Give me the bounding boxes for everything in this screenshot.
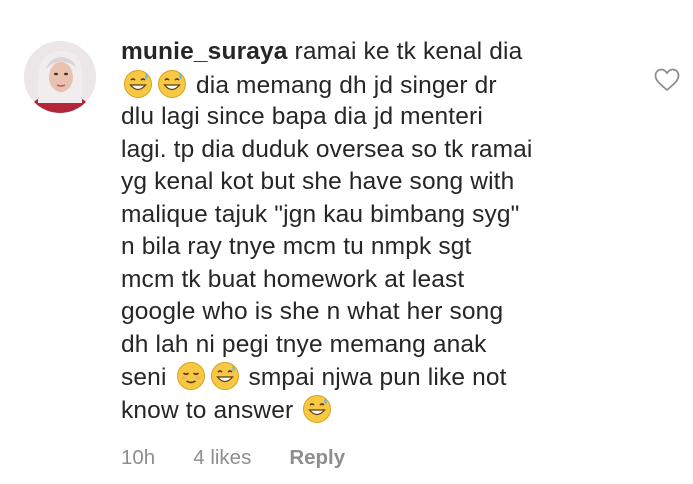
username-link[interactable]: munie_suraya [121,38,288,65]
likes-count[interactable]: 4 likes [193,446,251,470]
comment-line-6: malique tajuk "jgn kau bimbang syg" [121,199,621,232]
comment-text-segment: dia memang dh jd singer dr [189,71,497,99]
comment-text-segment: yg kenal kot but she have song with [121,168,515,195]
grinning-sweat-emoji [123,69,153,99]
comment-line-7: n bila ray tnye mcm tu nmpk sgt [121,231,621,264]
comment-item: munie_suraya ramai ke tk kenal dia dia m… [0,0,693,484]
comment-text-segment: lagi. tp dia duduk oversea so tk ramai [121,135,533,163]
user-avatar[interactable] [24,41,96,113]
avatar-image [24,41,96,113]
comment-text-segment: ramai ke tk kenal dia [287,38,523,65]
heart-outline-icon[interactable] [654,68,680,92]
comment-text-segment: dlu lagi since bapa dia jd menteri [121,103,483,130]
comment-timestamp: 10h [121,446,156,469]
comment-line-2: dia memang dh jd singer dr [121,69,621,102]
reply-button[interactable]: Reply [289,446,345,470]
comment-line-11: seni smpai njwa pun like not [121,361,621,394]
grinning-sweat-emoji [157,69,187,99]
comment-line-3: dlu lagi since bapa dia jd menteri [121,101,621,134]
comment-text-segment: malique tajuk "jgn kau bimbang syg" [121,200,520,228]
comment-line-10: dh lah ni pegi tnye memang anak [121,329,621,362]
relieved-face-emoji [176,361,206,391]
comment-meta: 10h 4 likes Reply [121,446,383,470]
comment-line-9: google who is she n what her song [121,296,621,329]
comment-line-4: lagi. tp dia duduk oversea so tk ramai [121,134,621,167]
comment-line-8: mcm tk buat homework at least [121,264,621,297]
comment-text-segment: know to answer [121,396,294,424]
comment-text-segment: dh lah ni pegi tnye memang anak [121,330,487,358]
grinning-sweat-emoji [302,394,332,424]
comment-line-12: know to answer [121,394,621,427]
grinning-sweat-emoji [210,361,240,391]
comment-line-5: yg kenal kot but she have song with [121,166,621,199]
comment-line-1: munie_suraya ramai ke tk kenal dia [121,36,621,69]
comment-text-segment: mcm tk buat homework at least [121,265,465,293]
comment-text-segment: smpai njwa pun like not [241,364,507,391]
comment-text-segment: seni [121,364,167,391]
comment-text: munie_suraya ramai ke tk kenal dia dia m… [121,36,621,426]
comment-text-segment: google who is she n what her song [121,298,504,325]
comment-text-segment: n bila ray tnye mcm tu nmpk sgt [121,233,472,260]
